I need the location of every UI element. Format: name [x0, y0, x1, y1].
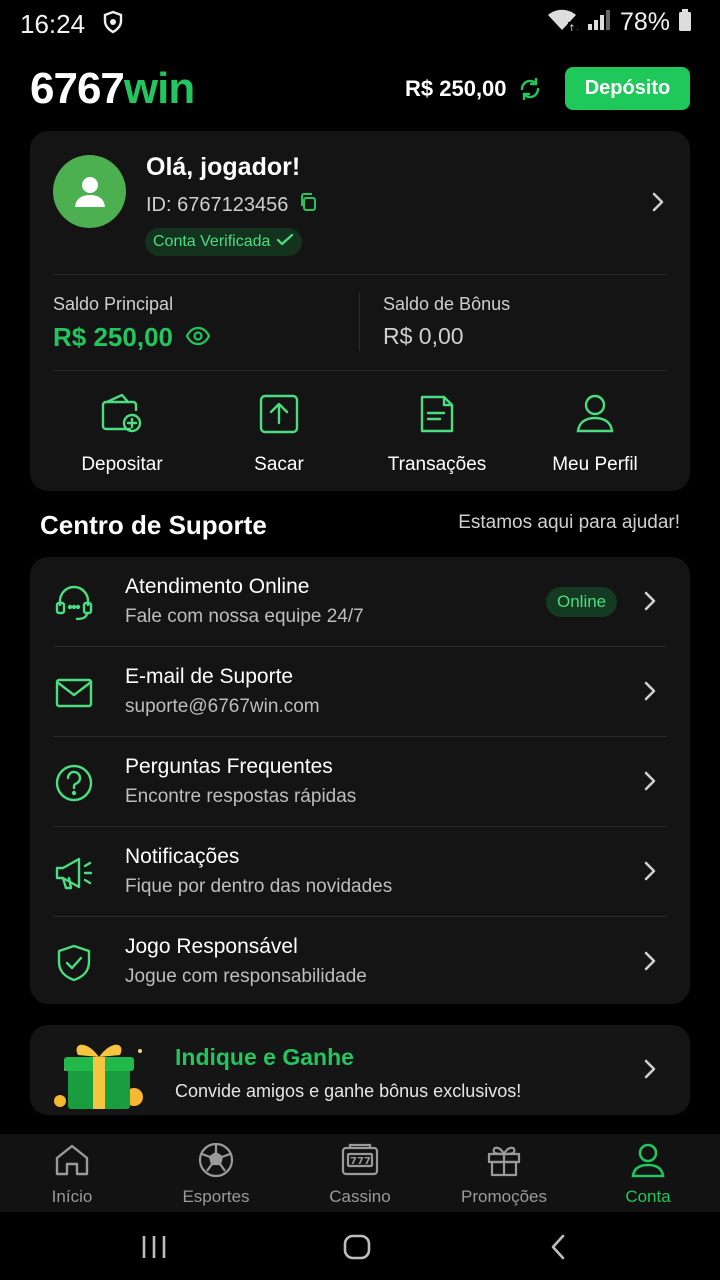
nav-label: Promoções — [461, 1187, 547, 1206]
greeting: Olá, jogador! — [146, 153, 301, 181]
soccer-ball-icon — [198, 1142, 234, 1183]
action-label: Depositar — [81, 454, 163, 475]
support-card: Atendimento Online Fale com nossa equipe… — [30, 557, 690, 1004]
check-icon — [276, 233, 294, 252]
user-id: ID: 6767123456 — [146, 193, 289, 216]
wifi-icon: ↑↓ — [546, 8, 583, 37]
battery-icon — [678, 8, 692, 37]
gift-icon — [485, 1142, 523, 1183]
deposit-button[interactable]: Depósito — [565, 67, 690, 110]
action-label: Meu Perfil — [552, 454, 638, 475]
slot-machine-icon: 777 — [340, 1142, 380, 1183]
support-item-notifications[interactable]: Notificações Fique por dentro das novida… — [30, 827, 690, 917]
user-icon — [630, 1142, 666, 1183]
question-icon — [53, 762, 95, 804]
bottom-nav: Início Esportes 777 Cassino Promoções Co… — [0, 1134, 720, 1212]
wallet-plus-icon — [100, 393, 144, 440]
support-item-faq[interactable]: Perguntas Frequentes Encontre respostas … — [30, 737, 690, 827]
action-label: Transações — [387, 454, 487, 475]
svg-text:777: 777 — [350, 1156, 371, 1167]
referral-banner[interactable]: Indique e Ganhe Convide amigos e ganhe b… — [30, 1025, 690, 1115]
support-item-subtitle: Fale com nossa equipe 24/7 — [125, 606, 364, 627]
bonus-balance: R$ 0,00 — [383, 323, 464, 349]
system-nav-bar — [0, 1212, 720, 1280]
main-balance: R$ 250,00 — [53, 322, 211, 353]
chevron-right-icon — [642, 860, 658, 887]
header-balance: R$ 250,00 — [405, 76, 507, 101]
upload-icon — [258, 393, 300, 440]
action-label: Sacar — [254, 454, 304, 475]
nav-account[interactable]: Conta — [576, 1142, 720, 1207]
section-subtitle: Estamos aqui para ajudar! — [458, 512, 680, 533]
support-item-title: Atendimento Online — [125, 575, 310, 598]
avatar[interactable] — [53, 155, 126, 228]
support-item-subtitle: Jogue com responsabilidade — [125, 966, 367, 987]
nav-sports[interactable]: Esportes — [144, 1142, 288, 1207]
user-id-row: ID: 6767123456 — [146, 192, 318, 218]
chevron-right-icon[interactable] — [650, 191, 666, 218]
back-icon[interactable] — [548, 1233, 568, 1266]
support-item-title: Perguntas Frequentes — [125, 755, 333, 778]
support-item-subtitle: suporte@6767win.com — [125, 696, 320, 717]
shield-status-icon — [102, 10, 124, 39]
support-item-title: Notificações — [125, 845, 240, 868]
status-bar: 16:24 ↑↓ 78% — [0, 0, 720, 46]
support-item-email[interactable]: E-mail de Suporte suporte@6767win.com — [30, 647, 690, 737]
nav-label: Cassino — [329, 1187, 391, 1206]
copy-icon[interactable] — [298, 192, 318, 218]
recent-apps-icon[interactable] — [140, 1234, 168, 1265]
divider — [53, 274, 667, 275]
support-item-title: Jogo Responsável — [125, 935, 298, 958]
bonus-balance-label: Saldo de Bônus — [383, 294, 511, 314]
eye-icon[interactable] — [185, 322, 211, 353]
profile-action[interactable]: Meu Perfil — [515, 393, 675, 476]
app-header: 6767win R$ 250,00 Depósito — [0, 60, 720, 118]
svg-text:↑↓: ↑↓ — [568, 24, 578, 32]
support-item-title: E-mail de Suporte — [125, 665, 294, 688]
main-balance-label: Saldo Principal — [53, 294, 174, 314]
status-badge: Online — [546, 587, 618, 617]
referral-title: Indique e Ganhe — [175, 1044, 354, 1070]
receipt-icon — [418, 393, 456, 440]
nav-home[interactable]: Início — [0, 1142, 144, 1207]
refresh-icon[interactable] — [518, 77, 542, 106]
nav-label: Conta — [625, 1187, 671, 1206]
chevron-right-icon — [642, 950, 658, 977]
withdraw-action[interactable]: Sacar — [199, 393, 359, 476]
verified-badge: Conta Verificada — [145, 228, 303, 256]
gift-box-illustration — [46, 1029, 156, 1115]
nav-label: Esportes — [182, 1187, 250, 1206]
signal-icon — [586, 8, 612, 37]
divider — [359, 293, 360, 351]
support-item-subtitle: Encontre respostas rápidas — [125, 786, 357, 807]
nav-label: Início — [51, 1187, 93, 1206]
chevron-right-icon — [642, 590, 658, 617]
user-icon — [575, 393, 615, 440]
chevron-right-icon — [642, 680, 658, 707]
referral-subtitle: Convide amigos e ganhe bônus exclusivos! — [175, 1081, 522, 1101]
home-button-icon[interactable] — [342, 1233, 372, 1266]
transactions-action[interactable]: Transações — [357, 393, 517, 476]
nav-promotions[interactable]: Promoções — [432, 1142, 576, 1207]
mail-icon — [53, 672, 95, 714]
support-item-subtitle: Fique por dentro das novidades — [125, 876, 393, 897]
status-time: 16:24 — [20, 9, 86, 39]
support-item-online-chat[interactable]: Atendimento Online Fale com nossa equipe… — [30, 557, 690, 647]
profile-card: Olá, jogador! ID: 6767123456 Conta Verif… — [30, 131, 690, 491]
megaphone-icon — [53, 852, 95, 894]
home-icon — [53, 1142, 91, 1183]
divider — [53, 370, 667, 371]
battery-percentage: 78% — [619, 8, 670, 36]
shield-check-icon — [53, 942, 95, 984]
chevron-right-icon — [642, 1058, 658, 1085]
headset-icon — [53, 582, 95, 624]
app-logo[interactable]: 6767win — [30, 64, 195, 114]
deposit-action[interactable]: Depositar — [42, 393, 202, 476]
chevron-right-icon — [642, 770, 658, 797]
support-item-responsible-gaming[interactable]: Jogo Responsável Jogue com responsabilid… — [30, 917, 690, 1007]
section-title: Centro de Suporte — [40, 510, 267, 540]
nav-casino[interactable]: 777 Cassino — [288, 1142, 432, 1207]
